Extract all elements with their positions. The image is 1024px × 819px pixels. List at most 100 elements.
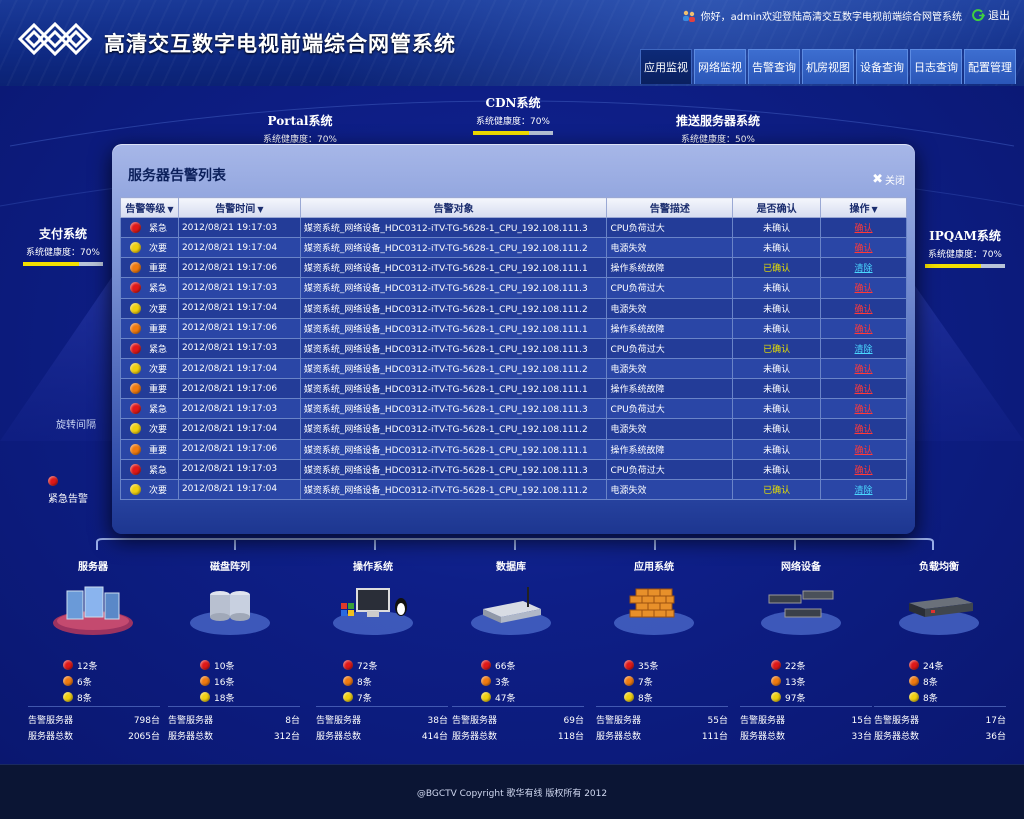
- table-row: 紧急 2012/08/21 19:17:03 媒资系统_网络设备_HDC0312-i…: [120, 216, 907, 239]
- col-action[interactable]: 操作 ▼: [820, 197, 907, 218]
- category-counts: 12条 6条 8条: [63, 657, 123, 705]
- count-orange-value: 13条: [785, 677, 806, 688]
- cell-level: 重要: [120, 438, 179, 460]
- row-action-link[interactable]: 确认: [855, 305, 873, 315]
- total-label: 服务器总数: [316, 732, 362, 742]
- col-time-label: 告警时间: [215, 204, 256, 215]
- cell-time: 2012/08/21 19:17:06: [177, 438, 301, 460]
- system-cdn[interactable]: CDN系统 系统健康度：70%: [463, 94, 563, 135]
- category-counts: 22条 13条 97条: [771, 657, 831, 705]
- total-value: 36台: [985, 732, 1006, 742]
- cell-action: 清除: [820, 257, 907, 279]
- row-action-link[interactable]: 确认: [855, 425, 873, 435]
- total-value: 111台: [701, 732, 728, 742]
- row-action-link[interactable]: 清除: [855, 486, 873, 496]
- category-summary-server: 告警服务器 798台 服务器总数 2065台: [28, 706, 160, 745]
- category-network-device[interactable]: 网络设备 22条 13条 97条: [746, 558, 856, 705]
- tab-alarm-query[interactable]: 告警查询: [748, 49, 800, 84]
- cell-action: 确认: [820, 317, 907, 339]
- row-action-link[interactable]: 确认: [855, 365, 873, 375]
- total-value: 33台: [851, 732, 872, 742]
- tab-config[interactable]: 配置管理: [964, 49, 1016, 84]
- row-action-link[interactable]: 确认: [855, 325, 873, 335]
- logo-icon: [17, 21, 93, 57]
- category-server[interactable]: 服务器 12条 6条 8条: [38, 558, 148, 705]
- cell-action: 确认: [820, 398, 907, 420]
- row-action-link[interactable]: 清除: [855, 345, 873, 355]
- dialog-title: 服务器告警列表: [128, 168, 226, 184]
- total-label: 服务器总数: [740, 732, 786, 742]
- row-action-link[interactable]: 确认: [855, 446, 873, 456]
- tab-room-view[interactable]: 机房视图: [802, 49, 854, 84]
- disk-array-icon: [190, 591, 270, 635]
- alarm-value: 17台: [985, 716, 1006, 726]
- system-push[interactable]: 推送服务器系统 系统健康度：50%: [658, 112, 778, 145]
- alarm-value: 55台: [707, 716, 728, 726]
- close-button[interactable]: ✖ 关闭: [872, 172, 905, 187]
- cell-level: 次要: [120, 478, 179, 500]
- count-yellow: 8条: [63, 689, 123, 705]
- category-load-balancer[interactable]: 负载均衡 24条 8条 8条: [884, 558, 994, 705]
- cell-time: 2012/08/21 19:17:06: [177, 378, 301, 400]
- level-text: 紧急: [149, 465, 168, 476]
- system-push-name: 推送服务器系统: [675, 114, 760, 128]
- count-red: 22条: [771, 657, 831, 673]
- total-value: 414台: [421, 732, 448, 742]
- count-yellow-value: 8条: [77, 693, 92, 704]
- system-portal[interactable]: Portal系统 系统健康度：70%: [245, 112, 355, 145]
- count-red-value: 24条: [923, 661, 944, 672]
- system-pay-health: 系统健康度：70%: [25, 248, 100, 258]
- row-action-link[interactable]: 确认: [855, 466, 873, 476]
- cell-object: 媒资系统_网络设备_HDC0312-iTV-TG-5628-1_CPU_192.…: [299, 398, 608, 420]
- col-desc: 告警描述: [606, 197, 734, 218]
- category-os[interactable]: 操作系统 72条 8条 7条: [318, 558, 428, 705]
- row-action-link[interactable]: 确认: [855, 224, 873, 234]
- count-yellow: 7条: [343, 689, 403, 705]
- tab-log-query[interactable]: 日志查询: [910, 49, 962, 84]
- category-title: 网络设备: [781, 562, 821, 573]
- tab-network-monitor[interactable]: 网络监视: [694, 49, 746, 84]
- level-text: 紧急: [149, 344, 168, 355]
- confirm-status-text: 未确认: [763, 365, 791, 376]
- count-orange-value: 7条: [638, 677, 653, 688]
- confirm-status-text: 未确认: [763, 284, 791, 295]
- row-action-link[interactable]: 清除: [855, 264, 873, 274]
- tab-device-query[interactable]: 设备查询: [856, 49, 908, 84]
- tab-app-monitor[interactable]: 应用监视: [640, 49, 692, 84]
- col-confirm: 是否确认: [732, 197, 822, 218]
- count-red-value: 72条: [357, 661, 378, 672]
- cell-object: 媒资系统_网络设备_HDC0312-iTV-TG-5628-1_CPU_192.…: [299, 317, 608, 339]
- count-red-value: 22条: [785, 661, 806, 672]
- row-action-link[interactable]: 确认: [855, 385, 873, 395]
- count-yellow-value: 97条: [785, 693, 806, 704]
- database-icon: [471, 587, 551, 635]
- cell-action: 确认: [820, 357, 907, 380]
- red-dot-icon: [481, 660, 491, 670]
- count-orange-value: 6条: [77, 677, 92, 688]
- cell-desc: CPU负荷过大: [606, 458, 734, 480]
- system-ipqam[interactable]: IPQAM系统 系统健康度：70%: [920, 227, 1010, 268]
- category-disk-array[interactable]: 磁盘阵列 10条 16条 18条: [175, 558, 285, 705]
- alarm-table-body: 紧急 2012/08/21 19:17:03 媒资系统_网络设备_HDC0312-i…: [120, 216, 907, 500]
- category-summary-disk-array: 告警服务器 8台 服务器总数 312台: [168, 706, 300, 745]
- category-app-system[interactable]: 应用系统 35条 7条 8条: [599, 558, 709, 705]
- row-action-link[interactable]: 确认: [855, 284, 873, 294]
- cell-confirm-status: 未确认: [732, 237, 822, 259]
- row-action-link[interactable]: 确认: [855, 405, 873, 415]
- row-action-link[interactable]: 确认: [855, 244, 873, 254]
- cell-confirm-status: 未确认: [732, 378, 822, 400]
- system-pay[interactable]: 支付系统 系统健康度：70%: [20, 225, 106, 266]
- cell-time: 2012/08/21 19:17:04: [177, 478, 301, 500]
- col-time[interactable]: 告警时间 ▼: [177, 197, 301, 218]
- col-level[interactable]: 告警等级 ▼: [120, 197, 179, 218]
- sort-down-icon: ▼: [257, 205, 264, 214]
- logout-button[interactable]: 退出: [972, 7, 1010, 23]
- cell-level: 紧急: [120, 216, 179, 239]
- cell-time: 2012/08/21 19:17:06: [177, 317, 301, 339]
- table-row: 紧急 2012/08/21 19:17:03 媒资系统_网络设备_HDC0312-i…: [120, 458, 907, 480]
- category-database[interactable]: 数据库 66条 3条 47条: [456, 558, 566, 705]
- orange-alarm-dot-icon: [130, 322, 141, 334]
- count-orange: 7条: [624, 673, 684, 689]
- confirm-status-text: 未确认: [763, 385, 791, 396]
- cell-desc: 电源失效: [606, 418, 734, 440]
